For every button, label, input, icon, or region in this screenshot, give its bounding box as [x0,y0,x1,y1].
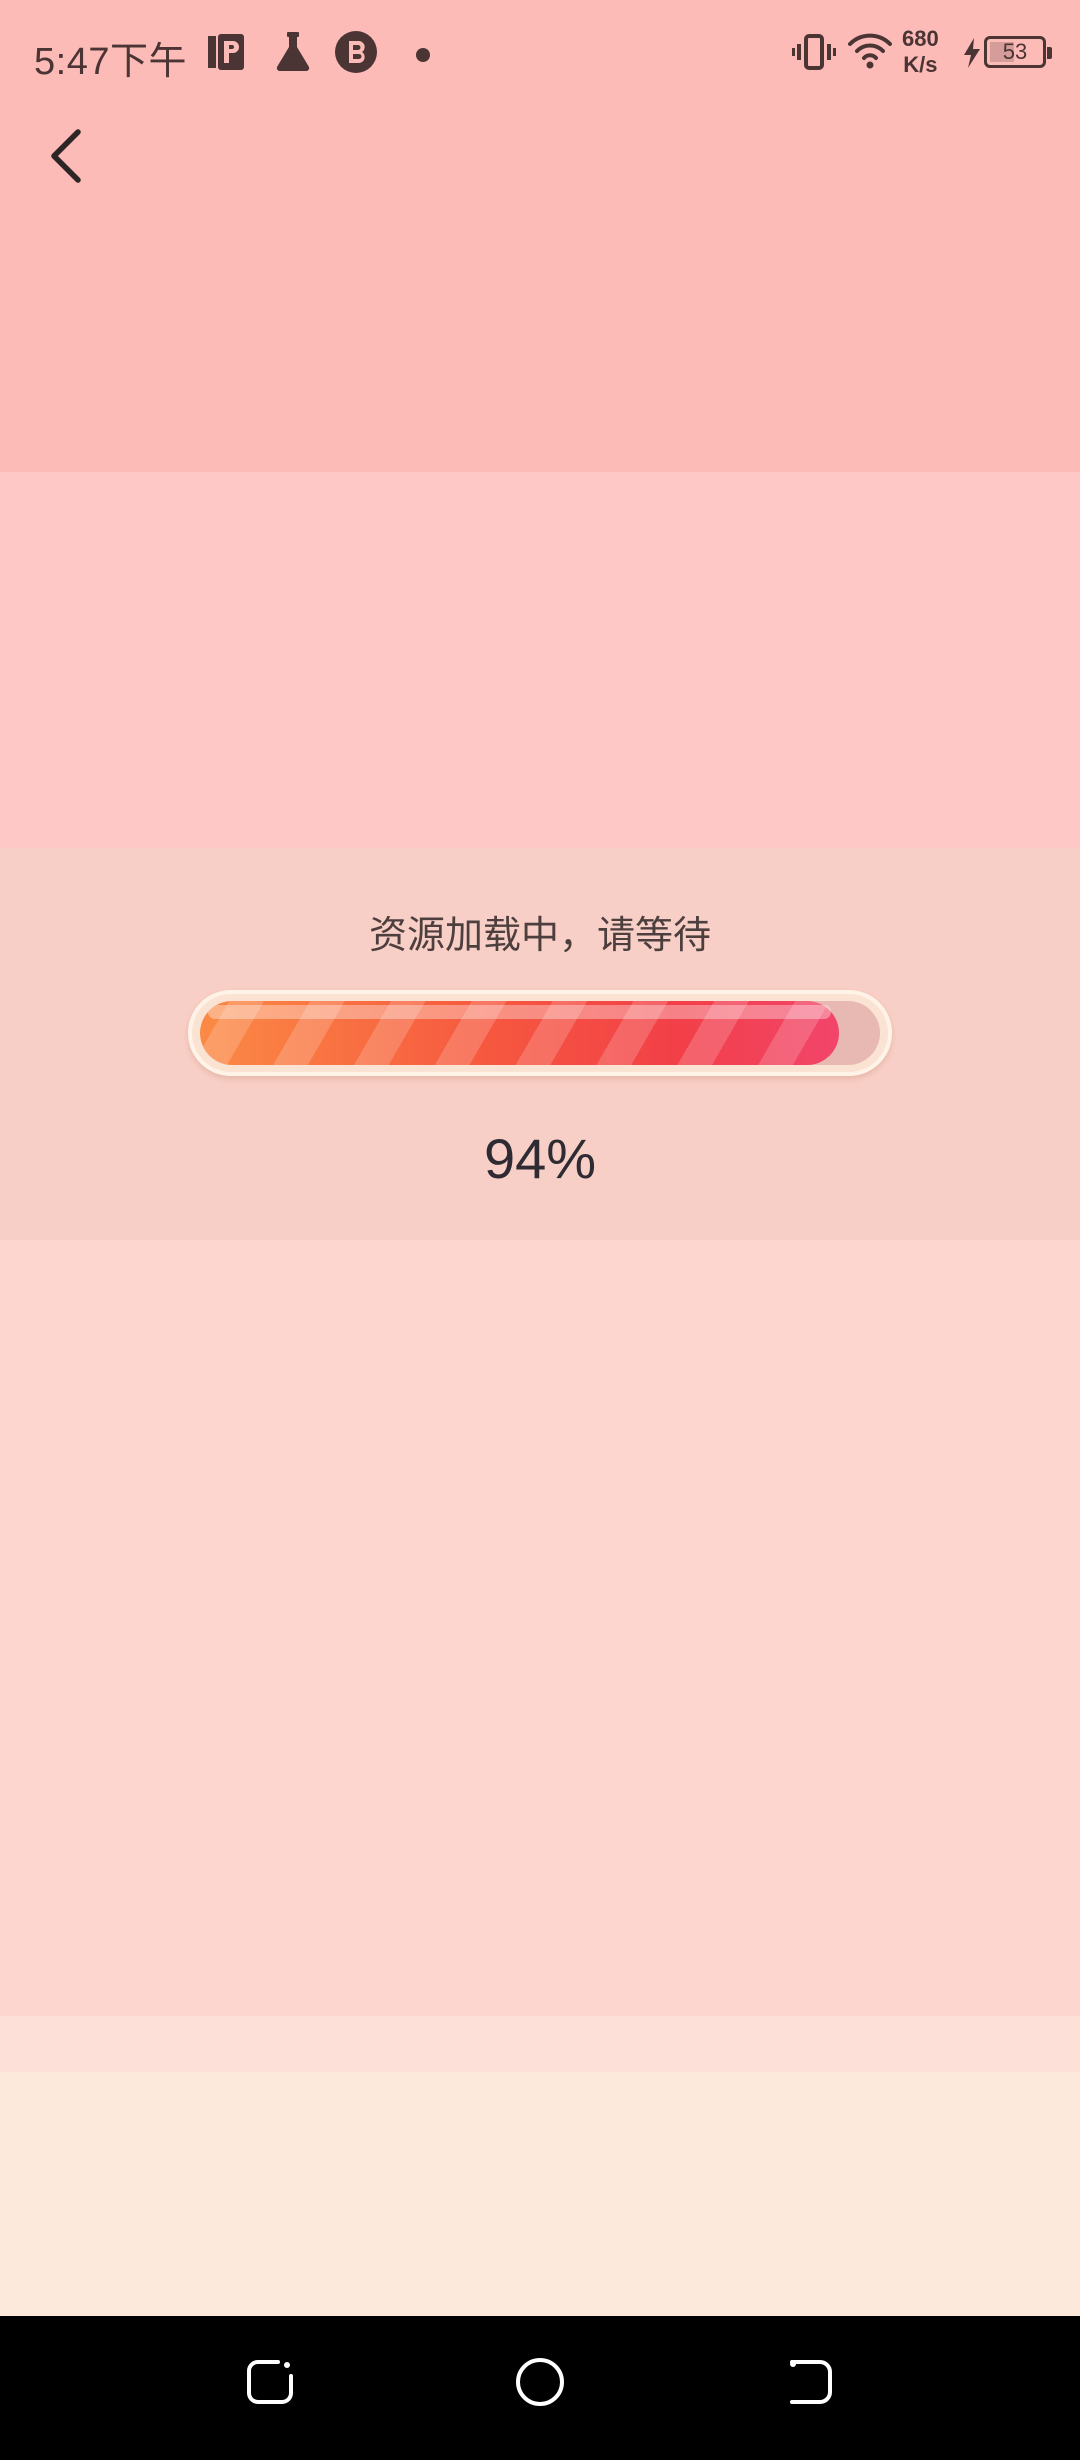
back-button[interactable] [38,120,98,192]
progress-shine [208,1005,832,1019]
flask-icon [276,32,310,72]
status-bar: 5:47下午 680 K/s 53 [0,0,1080,110]
battery-nub [1047,47,1052,59]
progress-percent: 94% [483,1127,597,1190]
charging-bolt-icon [964,38,980,68]
background-band-2 [0,472,1080,848]
navigation-bar [0,2316,1080,2460]
wifi-icon [848,33,892,69]
bilibili-b-icon [335,31,377,73]
progress-bar [188,990,892,1076]
home-icon[interactable] [514,2356,566,2408]
network-speed-value: 680 [902,26,939,51]
vibrate-icon [792,34,836,70]
notification-dot-icon [416,48,430,62]
progress-fill [200,1001,840,1065]
status-time: 5:47下午 [34,41,187,83]
battery-icon: 53 [984,36,1052,68]
background-band-5 [0,2016,1080,2072]
back-nav-icon[interactable] [784,2356,836,2408]
background-band-bottom [0,2072,1080,2316]
background-band-4 [0,1240,1080,2016]
loading-title: 资源加载中，请等待 [368,913,711,957]
progress-track [200,1001,880,1065]
network-speed-unit: K/s [903,52,938,77]
battery-level: 53 [1002,39,1028,64]
app-p-icon [208,34,244,70]
network-speed: 680 K/s [902,26,939,78]
recent-apps-icon[interactable] [244,2356,296,2408]
chevron-left-icon [51,129,81,183]
